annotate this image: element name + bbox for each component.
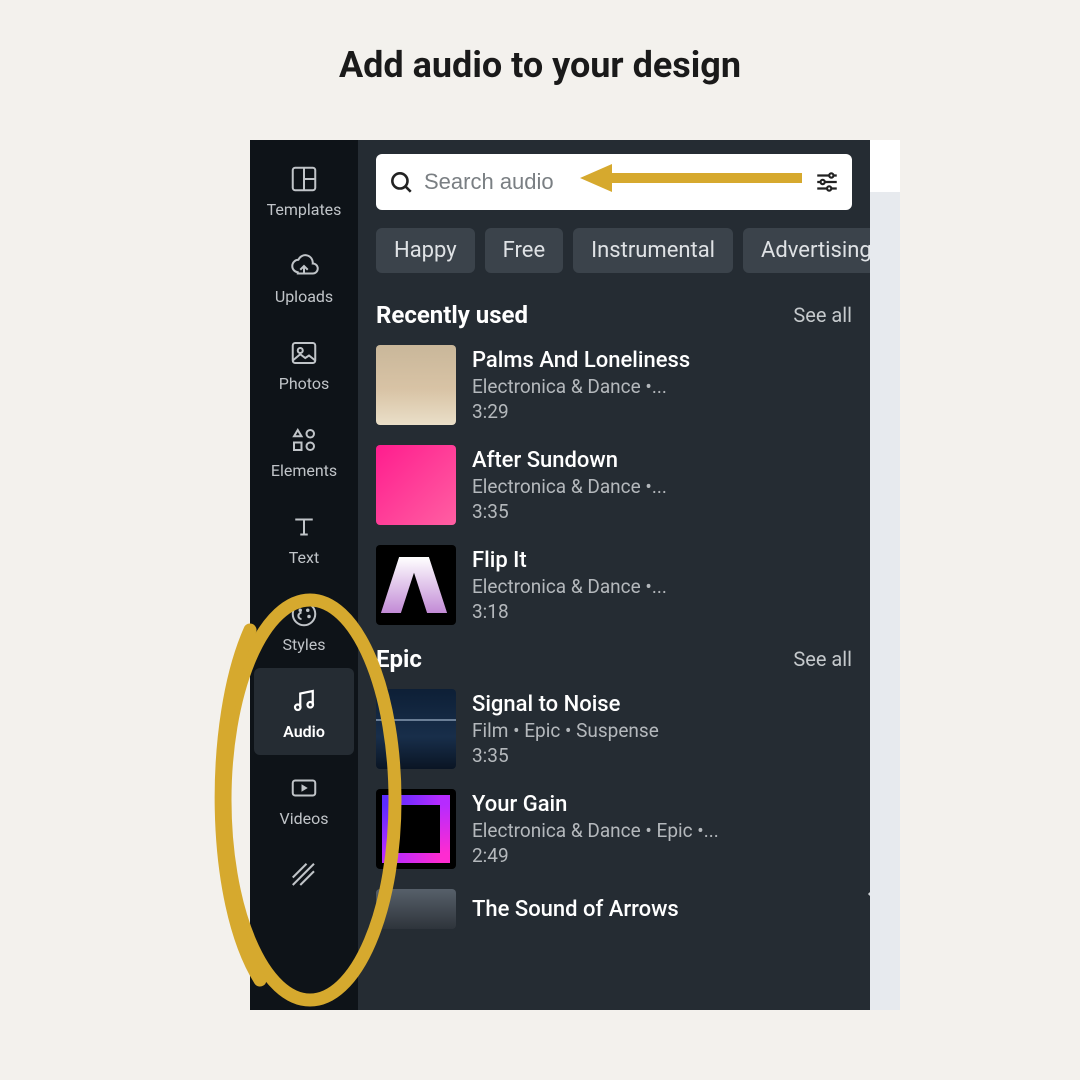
nav-label: Styles — [283, 635, 326, 654]
text-icon — [289, 512, 319, 542]
nav-item-text[interactable]: Text — [250, 494, 358, 581]
see-all-link[interactable]: See all — [793, 647, 852, 671]
track-row[interactable]: Your Gain Electronica & Dance • Epic •..… — [376, 789, 852, 869]
section-header-epic: Epic See all — [376, 645, 852, 673]
nav-label: Audio — [283, 722, 325, 741]
nav-label: Uploads — [275, 287, 333, 306]
photos-icon — [289, 338, 319, 368]
nav-item-audio[interactable]: Audio — [254, 668, 354, 755]
filter-icon[interactable] — [814, 169, 840, 195]
track-title: Your Gain — [472, 792, 719, 817]
elements-icon — [289, 425, 319, 455]
canvas-area — [870, 140, 900, 1010]
track-title: Flip It — [472, 548, 667, 573]
track-thumbnail — [376, 545, 456, 625]
nav-rail: Templates Uploads Photos Elements Text — [250, 140, 358, 1010]
section-header-recently-used: Recently used See all — [376, 301, 852, 329]
page-title: Add audio to your design — [0, 0, 1080, 86]
track-thumbnail — [376, 689, 456, 769]
videos-icon — [289, 773, 319, 803]
section-title: Recently used — [376, 301, 528, 329]
nav-item-more[interactable] — [250, 842, 358, 890]
nav-item-videos[interactable]: Videos — [250, 755, 358, 842]
hatch-icon — [289, 860, 319, 890]
track-thumbnail — [376, 889, 456, 929]
nav-item-uploads[interactable]: Uploads — [250, 233, 358, 320]
filter-chip-row: Happy Free Instrumental Advertising — [376, 228, 852, 273]
track-title: Palms And Loneliness — [472, 348, 690, 373]
nav-label: Elements — [271, 461, 337, 480]
nav-label: Photos — [279, 374, 330, 393]
nav-label: Templates — [267, 200, 342, 219]
templates-icon — [289, 164, 319, 194]
track-meta: Electronica & Dance •... — [472, 375, 690, 398]
track-row[interactable]: The Sound of Arrows — [376, 889, 852, 929]
chip-free[interactable]: Free — [485, 228, 563, 273]
track-thumbnail — [376, 789, 456, 869]
audio-icon — [289, 686, 319, 716]
chevron-left-icon — [865, 888, 870, 900]
search-bar[interactable] — [376, 154, 852, 210]
nav-item-photos[interactable]: Photos — [250, 320, 358, 407]
chip-advertising[interactable]: Advertising — [743, 228, 870, 273]
audio-panel: Happy Free Instrumental Advertising Rece… — [358, 140, 870, 1010]
track-row[interactable]: Signal to Noise Film • Epic • Suspense 3… — [376, 689, 852, 769]
search-input[interactable] — [424, 169, 804, 195]
chip-happy[interactable]: Happy — [376, 228, 475, 273]
track-duration: 3:35 — [472, 500, 667, 523]
nav-label: Videos — [280, 809, 329, 828]
nav-item-templates[interactable]: Templates — [250, 146, 358, 233]
track-title: After Sundown — [472, 448, 667, 473]
track-meta: Electronica & Dance •... — [472, 575, 667, 598]
search-icon — [388, 169, 414, 195]
styles-icon — [289, 599, 319, 629]
panel-collapse-handle[interactable] — [858, 850, 870, 938]
track-meta: Electronica & Dance •... — [472, 475, 667, 498]
track-row[interactable]: Flip It Electronica & Dance •... 3:18 — [376, 545, 852, 625]
track-title: Signal to Noise — [472, 692, 659, 717]
canvas-toolbar-strip — [870, 140, 900, 192]
track-duration: 2:49 — [472, 844, 719, 867]
track-duration: 3:18 — [472, 600, 667, 623]
track-duration: 3:29 — [472, 400, 690, 423]
section-title: Epic — [376, 645, 422, 673]
track-title: The Sound of Arrows — [472, 897, 679, 922]
editor-left-panel: Templates Uploads Photos Elements Text — [250, 140, 870, 1010]
nav-item-elements[interactable]: Elements — [250, 407, 358, 494]
nav-label: Text — [289, 548, 319, 567]
uploads-icon — [289, 251, 319, 281]
see-all-link[interactable]: See all — [793, 303, 852, 327]
track-thumbnail — [376, 445, 456, 525]
track-row[interactable]: Palms And Loneliness Electronica & Dance… — [376, 345, 852, 425]
track-row[interactable]: After Sundown Electronica & Dance •... 3… — [376, 445, 852, 525]
chip-instrumental[interactable]: Instrumental — [573, 228, 733, 273]
track-meta: Film • Epic • Suspense — [472, 719, 659, 742]
nav-item-styles[interactable]: Styles — [250, 581, 358, 668]
track-meta: Electronica & Dance • Epic •... — [472, 819, 719, 842]
track-thumbnail — [376, 345, 456, 425]
track-duration: 3:35 — [472, 744, 659, 767]
